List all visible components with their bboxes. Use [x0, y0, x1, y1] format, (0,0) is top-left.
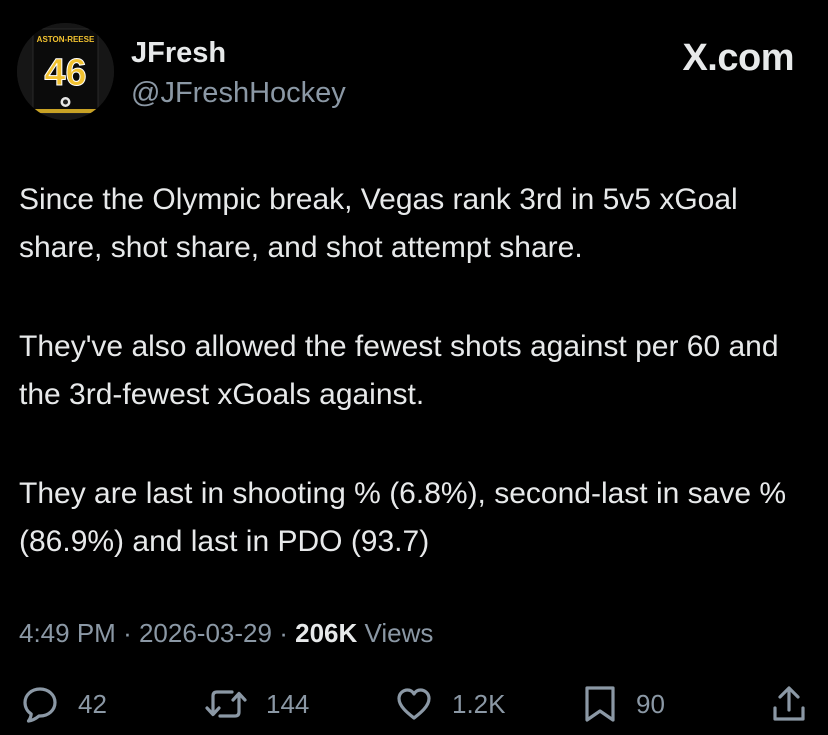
- bookmark-button[interactable]: 90: [582, 682, 665, 726]
- bookmark-count: 90: [636, 689, 665, 719]
- retweet-count: 144: [266, 689, 310, 719]
- action-bar: 42 144 1.2K 90: [0, 682, 828, 726]
- bookmark-icon: [582, 684, 618, 724]
- reply-count: 42: [78, 689, 107, 719]
- tweet-text: Since the Olympic break, Vegas rank 3rd …: [19, 176, 819, 566]
- brand-logo-text: X.com: [682, 37, 794, 79]
- retweet-icon: [204, 684, 248, 724]
- avatar-jersey-name: ASTON-REESE: [37, 35, 95, 44]
- reply-icon: [20, 684, 60, 724]
- tweet-paragraph-2: They've also allowed the fewest shots ag…: [19, 330, 779, 411]
- tweet-meta: 4:49 PM · 2026-03-29 · 206K Views: [19, 615, 433, 651]
- views-label: Views: [364, 618, 434, 648]
- meta-separator: ·: [279, 618, 288, 648]
- author-handle[interactable]: @JFreshHockey: [131, 76, 346, 110]
- views-count: 206K: [295, 618, 358, 648]
- author-display-name[interactable]: JFresh: [131, 36, 226, 70]
- like-count: 1.2K: [452, 689, 506, 719]
- retweet-button[interactable]: 144: [204, 682, 309, 726]
- meta-separator: ·: [123, 618, 132, 648]
- reply-button[interactable]: 42: [20, 682, 107, 726]
- avatar[interactable]: ASTON-REESE 46: [17, 23, 114, 120]
- like-button[interactable]: 1.2K: [394, 682, 506, 726]
- tweet-card: ASTON-REESE 46 JFresh @JFreshHockey X.co…: [0, 0, 828, 735]
- tweet-paragraph-1: Since the Olympic break, Vegas rank 3rd …: [19, 183, 738, 264]
- avatar-jersey-number: 46: [44, 52, 86, 94]
- tweet-time[interactable]: 4:49 PM: [19, 618, 116, 648]
- tweet-paragraph-3: They are last in shooting % (6.8%), seco…: [19, 477, 787, 558]
- share-icon: [770, 684, 808, 724]
- share-button[interactable]: [770, 682, 808, 726]
- heart-icon: [394, 684, 434, 724]
- tweet-date[interactable]: 2026-03-29: [139, 618, 272, 648]
- jersey-avatar-icon: ASTON-REESE 46: [17, 23, 114, 120]
